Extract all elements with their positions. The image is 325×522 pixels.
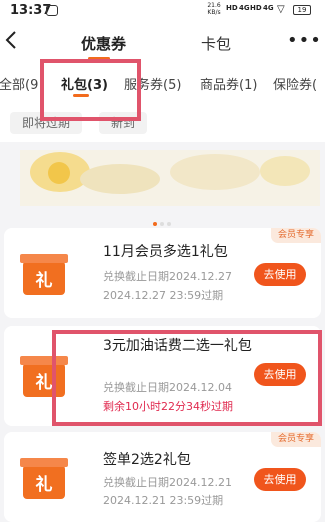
gift-box-lid [20,254,68,263]
annotation-highlight-card [52,330,322,426]
annotation-highlight-subtab [40,59,141,121]
gift-icon-label: 礼 [35,475,53,495]
coupon-card[interactable]: 会员专享 礼 签单2选2礼包 兑换截止日期2024.12.21 2024.12.… [4,432,321,522]
member-exclusive-badge: 会员专享 [270,228,321,243]
app-notification-icon [46,5,58,16]
subtab-all[interactable]: 全部(9 [0,74,38,93]
signal-label-3: HD [250,4,262,12]
subtab-insurance-coupons[interactable]: 保险券( [273,74,317,93]
promo-banner[interactable] [0,142,325,226]
signal-label-2: 4G [239,4,250,12]
back-arrow-icon[interactable] [4,29,22,57]
coupon-expiry: 2024.12.27 23:59过期 [103,289,224,302]
signal-label-1: HD [226,4,238,12]
tab-card-wallet[interactable]: 卡包 [201,33,231,54]
member-exclusive-badge: 会员专享 [270,432,321,447]
battery-level: 19 [297,6,307,14]
use-coupon-button[interactable]: 去使用 [254,468,306,491]
network-speed-value: 21.6 [207,2,221,9]
use-coupon-button[interactable]: 去使用 [254,263,306,286]
gift-box-icon: 礼 [20,254,68,295]
gift-box-icon: 礼 [20,458,68,499]
banner-image [20,150,320,206]
coupon-expiry: 2024.12.21 23:59过期 [103,494,224,507]
gift-icon-label: 礼 [35,271,53,291]
pagination-dot [167,222,171,226]
coupon-deadline: 兑换截止日期2024.12.21 [103,476,232,489]
status-bar: 13:37 21.6 KB/s HD 4G HD 4G ▽ 19 [0,0,325,22]
top-nav: 优惠券 卡包 ••• [0,22,325,64]
signal-label-4: 4G [263,4,274,12]
network-speed-unit: KB/s [207,9,221,16]
wifi-icon: ▽ [277,4,285,15]
coupon-title: 11月会员多选1礼包 [103,244,228,260]
coupon-title: 签单2选2礼包 [103,452,191,468]
battery-icon: 19 [293,5,311,15]
network-speed: 21.6 KB/s [206,2,222,16]
coupon-card[interactable]: 会员专享 礼 11月会员多选1礼包 兑换截止日期2024.12.27 2024.… [4,228,321,318]
pagination-dot [160,222,164,226]
more-icon[interactable]: ••• [287,30,322,51]
subtab-product-coupons[interactable]: 商品券(1) [200,74,257,93]
coupon-deadline: 兑换截止日期2024.12.27 [103,270,232,283]
tab-coupons[interactable]: 优惠券 [81,33,126,54]
pagination-dot [153,222,157,226]
gift-box-lid [20,458,68,467]
